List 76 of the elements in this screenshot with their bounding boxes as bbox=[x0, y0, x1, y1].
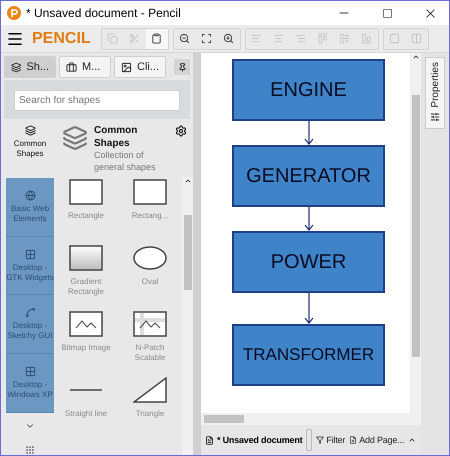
fit-icon bbox=[201, 33, 212, 44]
panel-tab[interactable]: Cli... bbox=[114, 56, 166, 78]
grid-icon bbox=[24, 366, 36, 378]
arrow-connector bbox=[304, 121, 314, 145]
square-icon bbox=[389, 33, 400, 44]
shape-label: Rectangle bbox=[68, 211, 104, 221]
settings-icon[interactable] bbox=[175, 125, 187, 137]
layers-icon bbox=[62, 125, 88, 151]
scroll-up-icon[interactable] bbox=[412, 53, 420, 61]
briefcase-icon bbox=[66, 62, 77, 72]
window-title: * Unsaved document - Pencil bbox=[26, 6, 182, 20]
align-middle-icon bbox=[339, 33, 350, 44]
collection-title: Common Shapes bbox=[94, 125, 138, 150]
gradient-rectangle-icon bbox=[69, 245, 103, 272]
app-logo-icon bbox=[7, 6, 21, 20]
search-field[interactable]: Search for shapes bbox=[14, 90, 180, 111]
image-frame-icon bbox=[69, 311, 103, 338]
align-center-icon bbox=[273, 33, 284, 44]
arrow-connector bbox=[304, 293, 314, 324]
diagram-node: TRANSFORMER bbox=[232, 324, 385, 386]
grid-icon bbox=[24, 248, 36, 260]
collection-description: Collection of general shapes bbox=[94, 150, 157, 174]
panel-tab[interactable]: M... bbox=[59, 56, 111, 78]
n-patch-frame-icon bbox=[133, 311, 167, 338]
properties-tab[interactable]: Properties bbox=[425, 57, 445, 129]
arrow-connector bbox=[304, 207, 314, 231]
pin-button[interactable] bbox=[174, 59, 190, 75]
paste-button[interactable] bbox=[146, 28, 168, 48]
diagram-node: GENERATOR bbox=[232, 145, 385, 207]
shape-label: Gradient Rectangle bbox=[66, 277, 106, 296]
image-icon bbox=[121, 62, 132, 72]
shape-label: Bitmap Image bbox=[61, 343, 111, 353]
copy-icon bbox=[107, 33, 118, 44]
columns-icon bbox=[411, 33, 422, 44]
shape-label: Rectang... bbox=[132, 211, 168, 221]
document-icon bbox=[205, 436, 214, 444]
panel-tab[interactable]: Sh... bbox=[4, 56, 56, 78]
collection-item[interactable]: Common Shapes bbox=[6, 119, 54, 178]
triangle-icon bbox=[133, 377, 167, 404]
shape-label: Oval bbox=[142, 277, 158, 287]
align-bottom-icon bbox=[361, 33, 372, 44]
align-right-icon bbox=[295, 33, 306, 44]
shape-label: Straight line bbox=[64, 409, 108, 419]
filter-icon bbox=[316, 436, 324, 444]
diagram-node: POWER bbox=[232, 231, 385, 293]
shape-label: N-Patch Scalable bbox=[134, 343, 166, 362]
zoom-out-icon bbox=[179, 33, 190, 44]
sketch-icon bbox=[24, 307, 36, 318]
add-page-icon bbox=[349, 436, 358, 444]
app-logo: PENCIL bbox=[32, 30, 91, 48]
align-top-icon bbox=[317, 33, 328, 44]
pin-icon bbox=[178, 62, 186, 72]
cut-icon bbox=[129, 33, 140, 44]
diagram-node: ENGINE bbox=[232, 59, 385, 121]
oval-icon bbox=[133, 245, 167, 272]
line-icon bbox=[69, 388, 103, 392]
zoom-in-icon bbox=[223, 33, 234, 44]
grid-icon[interactable] bbox=[25, 445, 35, 455]
scroll-thumb[interactable] bbox=[412, 95, 420, 357]
document-tab[interactable]: * Unsaved document bbox=[205, 435, 302, 445]
shapes-icon bbox=[11, 62, 22, 72]
scroll-thumb[interactable] bbox=[204, 415, 244, 423]
add-page-button[interactable]: Add Page... bbox=[349, 435, 404, 445]
paste-icon bbox=[151, 33, 162, 44]
layers-icon bbox=[24, 125, 36, 136]
shape-label: Triangle bbox=[136, 409, 164, 419]
rectangle-shape-icon bbox=[69, 179, 103, 206]
globe-icon bbox=[24, 190, 36, 201]
align-left-icon bbox=[251, 33, 262, 44]
filter-button[interactable]: Filter bbox=[316, 435, 346, 445]
chevron-up-icon[interactable] bbox=[408, 436, 416, 444]
sliders-icon bbox=[430, 112, 440, 122]
scrollbar[interactable] bbox=[182, 177, 193, 455]
maximize-icon[interactable] bbox=[382, 8, 392, 18]
scroll-thumb[interactable] bbox=[184, 215, 192, 290]
rectangle-shape-icon bbox=[133, 179, 167, 206]
